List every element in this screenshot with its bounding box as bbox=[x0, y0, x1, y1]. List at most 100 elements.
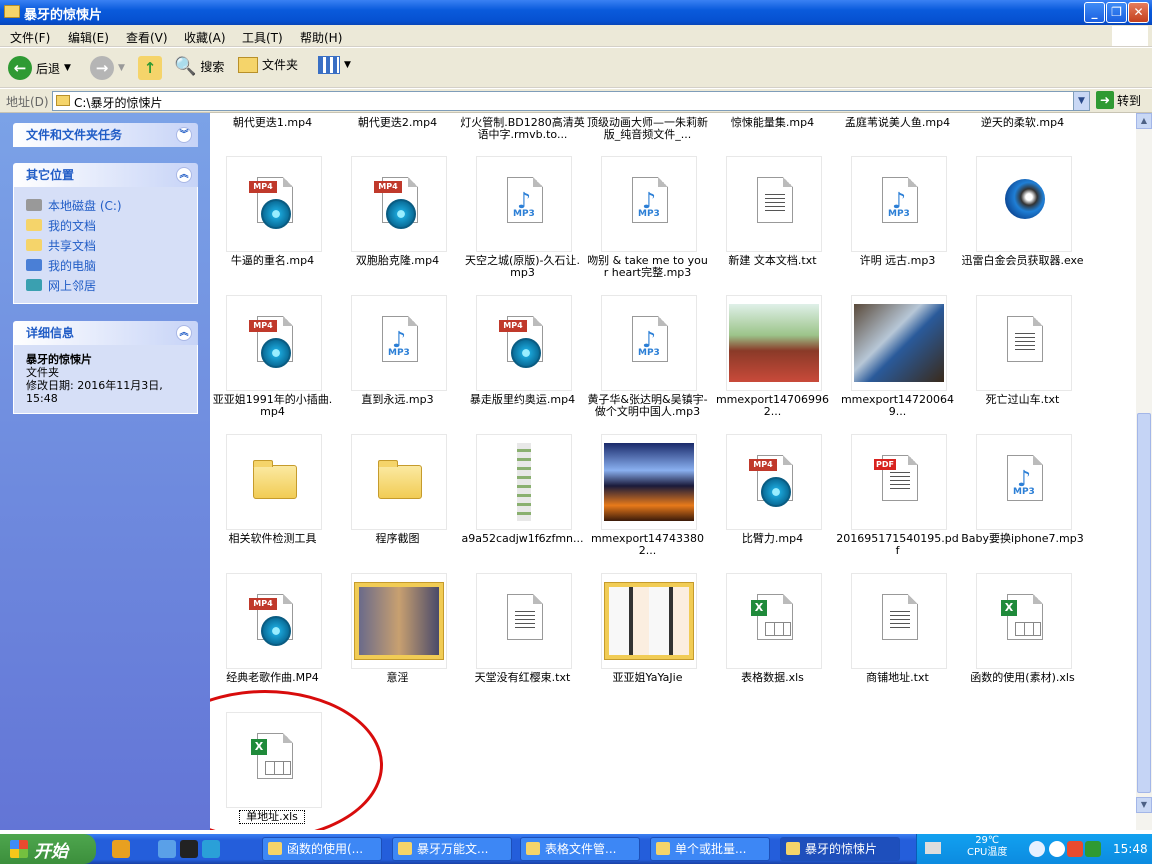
details-header[interactable]: 详细信息 ︽ bbox=[13, 321, 198, 345]
file-name[interactable]: 死亡过山车.txt bbox=[960, 394, 1085, 406]
file-name[interactable]: 许明 远古.mp3 bbox=[835, 255, 960, 267]
scroll-thumb[interactable] bbox=[1137, 413, 1151, 793]
mp3-icon[interactable]: ♪ MP3 bbox=[601, 295, 697, 391]
forward-button[interactable]: → ▼ bbox=[90, 56, 125, 80]
file-name[interactable]: 天堂没有红樱束.txt bbox=[460, 672, 585, 684]
txt-icon[interactable] bbox=[726, 156, 822, 252]
file-name[interactable]: 双胞胎克隆.mp4 bbox=[335, 255, 460, 267]
qq-icon[interactable] bbox=[180, 840, 198, 858]
shield-icon[interactable] bbox=[1085, 841, 1101, 857]
chevron-up-icon[interactable]: ︽ bbox=[176, 167, 192, 183]
txt-icon[interactable] bbox=[476, 573, 572, 669]
pdf-icon[interactable]: PDF bbox=[851, 434, 947, 530]
file-name[interactable]: 意淫 bbox=[335, 672, 460, 684]
search-button[interactable]: 🔍 搜索 bbox=[174, 56, 224, 77]
chevron-up-icon[interactable]: ︽ bbox=[176, 325, 192, 341]
file-name[interactable]: 表格数据.xls bbox=[710, 672, 835, 684]
photo4-icon[interactable] bbox=[601, 434, 697, 530]
address-input[interactable]: C:\暴牙的惊悚片 ▼ bbox=[52, 91, 1090, 111]
menu-edit[interactable]: 编辑(E) bbox=[68, 29, 109, 46]
vertical-scrollbar[interactable]: ▲ ▼ bbox=[1136, 113, 1152, 830]
file-name[interactable]: 吻别 & take me to your heart完整.mp3 bbox=[585, 255, 710, 279]
scroll-up-icon[interactable]: ▲ bbox=[1136, 113, 1152, 129]
thumbfolder1-icon[interactable] bbox=[351, 573, 447, 669]
mp4-icon[interactable]: MP4 bbox=[226, 156, 322, 252]
chevron-down-icon[interactable]: ︾ bbox=[176, 127, 192, 143]
file-name[interactable]: 经典老歌作曲.MP4 bbox=[210, 672, 335, 684]
file-name[interactable]: 牛逼的重名.mp4 bbox=[210, 255, 335, 267]
folder-icon[interactable] bbox=[226, 434, 322, 530]
file-name[interactable]: 迅雷白金会员获取器.exe bbox=[960, 255, 1085, 267]
folder-icon[interactable] bbox=[351, 434, 447, 530]
file-view[interactable]: 朝代更迭1.mp4 朝代更迭2.mp4 灯火管制.BD1280高清英语中字.rm… bbox=[210, 113, 1136, 830]
taskbar-item[interactable]: 单个或批量... bbox=[650, 837, 770, 861]
txt-icon[interactable] bbox=[851, 573, 947, 669]
file-name[interactable]: mmexport147069962... bbox=[710, 394, 835, 418]
file-name[interactable]: 相关软件检测工具 bbox=[210, 533, 335, 545]
menu-help[interactable]: 帮助(H) bbox=[300, 29, 342, 46]
file-name[interactable]: 亚亚姐YaYaJie bbox=[585, 672, 710, 684]
back-button[interactable]: ← 后退 ▼ bbox=[8, 56, 71, 80]
file-name[interactable]: 函数的使用(素材).xls bbox=[960, 672, 1085, 684]
file-label[interactable]: 灯火管制.BD1280高清英语中字.rmvb.to... bbox=[460, 117, 585, 141]
place-my-documents[interactable]: 我的文档 bbox=[26, 215, 185, 235]
file-name[interactable]: 暴走版里约奥运.mp4 bbox=[460, 394, 585, 406]
exe-icon[interactable] bbox=[976, 156, 1072, 252]
xls-icon[interactable]: X bbox=[726, 573, 822, 669]
minimize-button[interactable]: _ bbox=[1084, 2, 1105, 23]
photo1-icon[interactable] bbox=[726, 295, 822, 391]
go-button[interactable]: ➜ 转到 bbox=[1096, 91, 1141, 109]
file-label[interactable]: 惊悚能量集.mp4 bbox=[710, 117, 835, 129]
title-bar[interactable]: 暴牙的惊悚片 _ ❐ ✕ bbox=[0, 0, 1152, 25]
mp4-icon[interactable]: MP4 bbox=[351, 156, 447, 252]
clock[interactable]: 15:48 bbox=[1113, 842, 1148, 856]
photo2-icon[interactable] bbox=[851, 295, 947, 391]
mp3-icon[interactable]: ♪ MP3 bbox=[351, 295, 447, 391]
mp4-icon[interactable]: MP4 bbox=[476, 295, 572, 391]
mp4-icon[interactable]: MP4 bbox=[226, 573, 322, 669]
tray-app-icon[interactable] bbox=[1067, 841, 1083, 857]
mp3-icon[interactable]: ♪ MP3 bbox=[601, 156, 697, 252]
scroll-down-icon[interactable]: ▼ bbox=[1136, 797, 1152, 813]
taskbar-item[interactable]: 暴牙万能文... bbox=[392, 837, 512, 861]
file-name[interactable]: 黄子华&张达明&吴镇宇-做个文明中国人.mp3 bbox=[585, 394, 710, 418]
txt-icon[interactable] bbox=[976, 295, 1072, 391]
file-label[interactable]: 顶级动画大师—一朱莉新版_纯音频文件_... bbox=[585, 117, 710, 141]
taskbar-item-active[interactable]: 暴牙的惊悚片 bbox=[780, 837, 900, 861]
place-local-disk[interactable]: 本地磁盘 (C:) bbox=[26, 195, 185, 215]
chevron-down-icon[interactable]: ▼ bbox=[1073, 92, 1089, 110]
keyboard-icon[interactable] bbox=[925, 842, 941, 854]
mp4-icon[interactable]: MP4 bbox=[726, 434, 822, 530]
xls-icon[interactable]: X bbox=[976, 573, 1072, 669]
thumbfolder2-icon[interactable] bbox=[601, 573, 697, 669]
up-button[interactable]: ↑ bbox=[138, 56, 162, 80]
mp3-icon[interactable]: ♪ MP3 bbox=[976, 434, 1072, 530]
menu-favorites[interactable]: 收藏(A) bbox=[184, 29, 226, 46]
menu-view[interactable]: 查看(V) bbox=[126, 29, 168, 46]
file-label[interactable]: 孟庭苇说美人鱼.mp4 bbox=[835, 117, 960, 129]
place-shared-documents[interactable]: 共享文档 bbox=[26, 235, 185, 255]
folders-button[interactable]: 文件夹 bbox=[238, 56, 298, 73]
file-label[interactable]: 朝代更迭2.mp4 bbox=[335, 117, 460, 129]
views-button[interactable]: ▼ bbox=[318, 56, 351, 74]
file-name[interactable]: 比臂力.mp4 bbox=[710, 533, 835, 545]
file-name[interactable]: 新建 文本文档.txt bbox=[710, 255, 835, 267]
maximize-button[interactable]: ❐ bbox=[1106, 2, 1127, 23]
file-name[interactable]: 201695171540195.pdf bbox=[835, 533, 960, 557]
quicklaunch-icon[interactable] bbox=[202, 840, 220, 858]
mp3-icon[interactable]: ♪ MP3 bbox=[851, 156, 947, 252]
taskbar-item[interactable]: 函数的使用(... bbox=[262, 837, 382, 861]
file-name[interactable]: 亚亚姐1991年的小插曲.mp4 bbox=[210, 394, 335, 418]
mp3-icon[interactable]: ♪ MP3 bbox=[476, 156, 572, 252]
file-name[interactable]: 直到永远.mp3 bbox=[335, 394, 460, 406]
file-name[interactable]: a9a52cadjw1f6zfmn... bbox=[460, 533, 585, 545]
file-name[interactable]: Baby要换iphone7.mp3 bbox=[960, 533, 1085, 545]
file-name[interactable]: mmexport147200649... bbox=[835, 394, 960, 418]
mp4-icon[interactable]: MP4 bbox=[226, 295, 322, 391]
quicklaunch-icon[interactable] bbox=[112, 840, 130, 858]
taskbar-item[interactable]: 表格文件管... bbox=[520, 837, 640, 861]
file-name[interactable]: 商铺地址.txt bbox=[835, 672, 960, 684]
menu-tools[interactable]: 工具(T) bbox=[242, 29, 283, 46]
start-button[interactable]: 开始 bbox=[0, 834, 96, 864]
place-my-computer[interactable]: 我的电脑 bbox=[26, 255, 185, 275]
